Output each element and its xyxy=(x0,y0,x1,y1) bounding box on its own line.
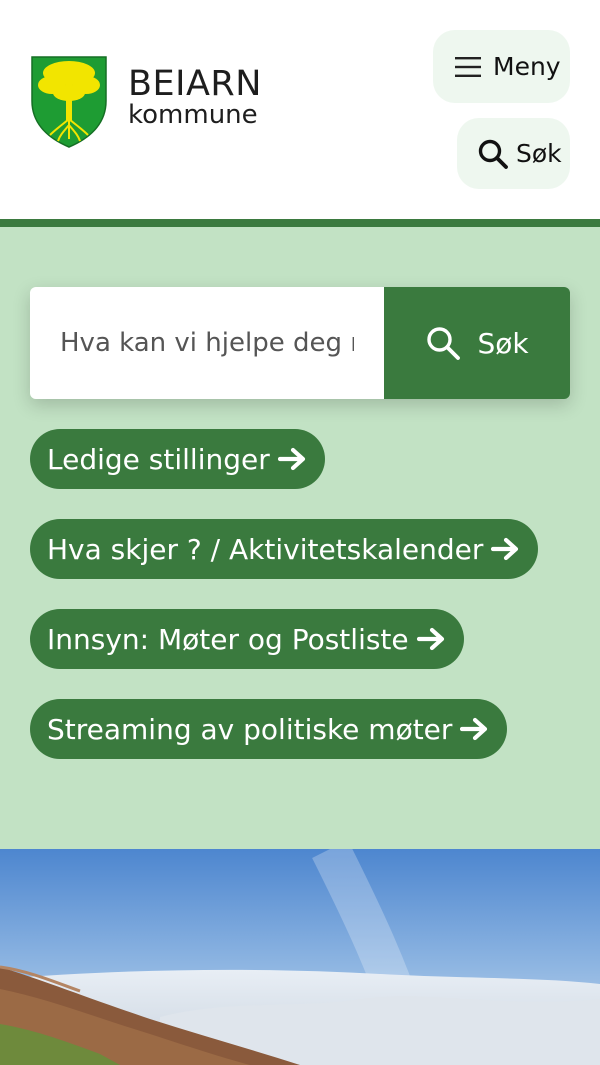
arrow-right-icon xyxy=(277,447,305,471)
search-submit-button[interactable]: Søk xyxy=(384,287,570,399)
quick-link-label: Hva skjer ? / Aktivitetskalender xyxy=(47,532,484,566)
quick-link-label: Streaming av politiske møter xyxy=(47,712,453,746)
search-input[interactable] xyxy=(30,287,384,399)
site-header: BEIARN kommune Meny Søk xyxy=(0,0,600,220)
brand-name: BEIARN xyxy=(128,64,262,104)
quick-link-label: Ledige stillinger xyxy=(47,442,270,476)
menu-button[interactable]: Meny xyxy=(433,30,570,103)
landscape-photo xyxy=(0,849,600,1065)
magnifier-icon xyxy=(478,139,508,169)
menu-button-label: Meny xyxy=(493,52,561,81)
quick-link-innsyn[interactable]: Innsyn: Møter og Postliste xyxy=(30,609,464,669)
site-search-form: Søk xyxy=(30,287,570,399)
header-divider xyxy=(0,219,600,227)
quick-link-ledige-stillinger[interactable]: Ledige stillinger xyxy=(30,429,325,489)
beiarn-crest-icon xyxy=(31,56,107,148)
quick-link-aktivitetskalender[interactable]: Hva skjer ? / Aktivitetskalender xyxy=(30,519,539,579)
header-search-button[interactable]: Søk xyxy=(457,118,570,189)
quick-links: Ledige stillinger Hva skjer ? / Aktivite… xyxy=(30,429,539,789)
arrow-right-icon xyxy=(460,717,488,741)
brand-subtitle: kommune xyxy=(128,100,258,130)
hamburger-icon xyxy=(455,56,481,77)
quick-link-streaming[interactable]: Streaming av politiske møter xyxy=(30,699,508,759)
quick-link-label: Innsyn: Møter og Postliste xyxy=(47,622,409,656)
header-search-label: Søk xyxy=(516,139,562,168)
hero-section: Søk Ledige stillinger Hva skjer ? / Akti… xyxy=(0,227,600,849)
home-logo-link[interactable]: BEIARN kommune xyxy=(30,55,262,149)
landscape-image xyxy=(0,849,600,1065)
magnifier-icon xyxy=(427,327,461,360)
arrow-right-icon xyxy=(416,627,444,651)
arrow-right-icon xyxy=(491,537,519,561)
search-submit-label: Søk xyxy=(477,326,529,360)
